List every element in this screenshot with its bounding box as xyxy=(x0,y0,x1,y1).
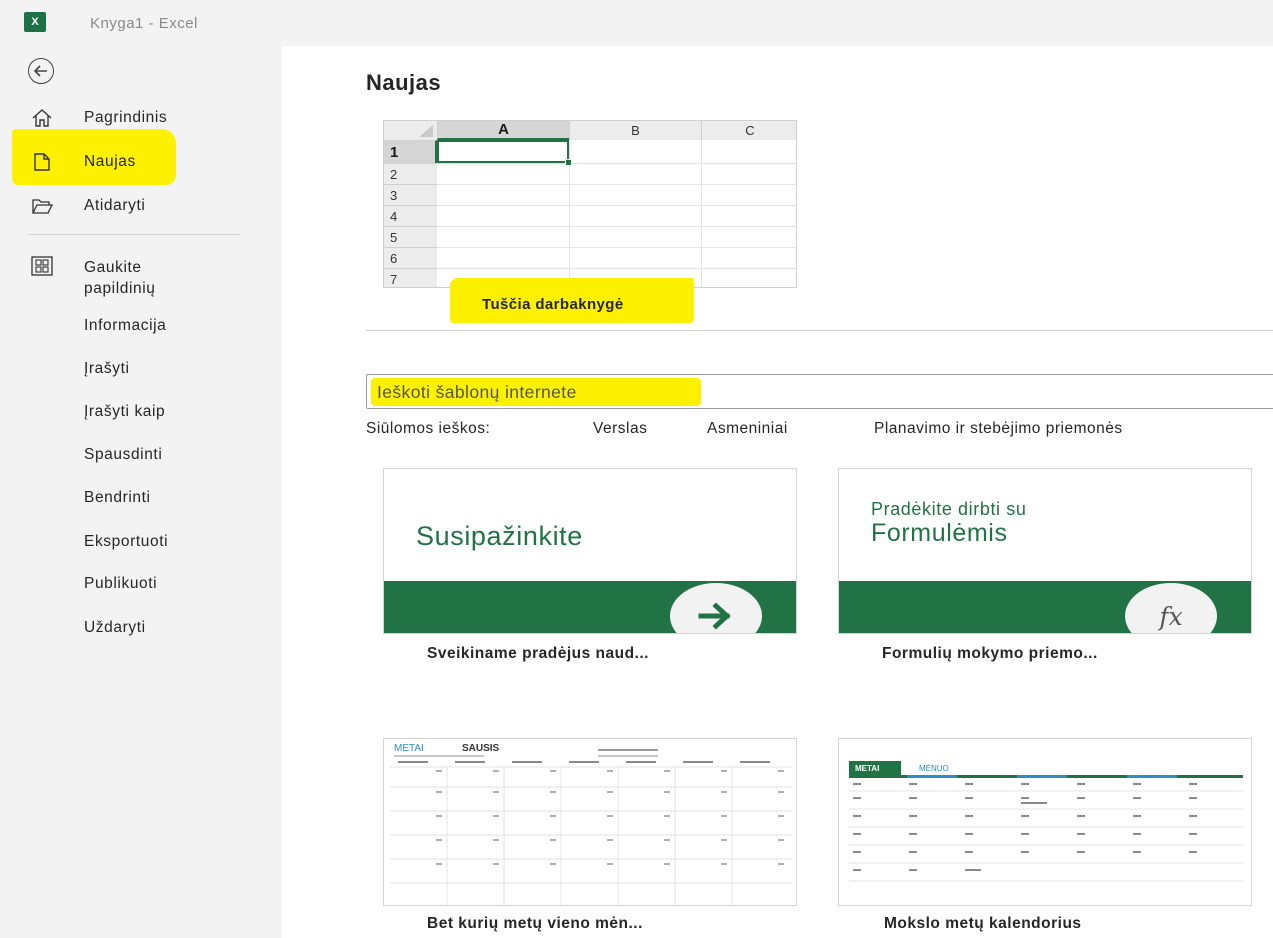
sidebar-divider xyxy=(28,234,240,235)
row-header: 7 xyxy=(384,268,437,287)
fill-handle xyxy=(565,159,572,166)
main-panel: Naujas A B C 1 2 3 4 5 6 7 Tuščia darbak… xyxy=(282,46,1273,938)
section-divider xyxy=(366,330,1273,331)
blank-workbook-label[interactable]: Tuščia darbaknygė xyxy=(482,296,624,313)
template-headline: Susipažinkite xyxy=(416,521,583,551)
template-card-school-calendar[interactable]: METAI MĖNUO xyxy=(838,738,1252,906)
arrow-right-icon xyxy=(698,603,731,629)
sidebar-item-label: Įrašyti kaip xyxy=(84,403,166,420)
calendar-year-label: METAI xyxy=(394,743,424,754)
suggested-search-planavimo[interactable]: Planavimo ir stebėjimo priemonės xyxy=(874,420,1123,438)
template-card-welcome[interactable]: Susipažinkite xyxy=(383,468,797,634)
sidebar-item-label: Pagrindinis xyxy=(84,109,168,126)
calendar-thumbnail: METAI MĖNUO xyxy=(849,761,1243,882)
calendar-month-label: MĖNUO xyxy=(919,764,949,773)
selected-cell xyxy=(437,140,569,163)
sidebar-item-label: Spausdinti xyxy=(84,446,163,463)
sidebar-item-bendrinti[interactable]: Bendrinti xyxy=(0,479,282,517)
template-search-input[interactable]: Ieškoti šablonų internete xyxy=(366,374,1273,409)
window-title: Knyga1 - Excel xyxy=(90,15,198,32)
calendar-thumbnail: METAI SAUSIS xyxy=(390,743,792,905)
row-header: 5 xyxy=(384,226,437,247)
row-header: 6 xyxy=(384,247,437,268)
back-button[interactable] xyxy=(28,58,54,84)
grid-line xyxy=(437,205,796,206)
template-label[interactable]: Sveikiname pradėjus naud... xyxy=(427,645,649,663)
grid-line xyxy=(437,247,796,248)
template-subheadline: Pradėkite dirbti su xyxy=(871,499,1027,519)
row-header: 1 xyxy=(384,140,437,163)
home-icon xyxy=(32,109,52,127)
folder-open-icon xyxy=(31,199,53,214)
function-fx-icon: fx xyxy=(1159,601,1183,631)
sidebar-item-label: Gaukite papildinių xyxy=(84,259,156,297)
column-header: C xyxy=(701,121,796,140)
select-all-corner xyxy=(384,121,437,140)
sidebar-item-gaukite-papildiniu[interactable]: Gaukite papildinių xyxy=(0,253,282,301)
sidebar-item-pagrindinis[interactable]: Pagrindinis xyxy=(0,99,282,137)
sidebar-item-uzdaryti[interactable]: Uždaryti xyxy=(0,609,282,647)
column-header: B xyxy=(569,121,701,140)
blank-workbook-thumbnail[interactable]: A B C 1 2 3 4 5 6 7 xyxy=(383,120,797,288)
row-header: 4 xyxy=(384,205,437,226)
sidebar-item-label: Atidaryti xyxy=(84,197,146,214)
sidebar-item-label: Eksportuoti xyxy=(84,533,169,550)
suggested-search-verslas[interactable]: Verslas xyxy=(593,420,647,438)
sidebar-item-label: Naujas xyxy=(84,153,136,170)
search-placeholder: Ieškoti šablonų internete xyxy=(377,382,577,402)
sidebar-item-irasyti-kaip[interactable]: Įrašyti kaip xyxy=(0,393,282,431)
template-headline: Formulėmis xyxy=(871,519,1008,547)
calendar-year-label: METAI xyxy=(855,764,879,773)
sidebar-item-label: Publikuoti xyxy=(84,575,158,592)
row-header: 2 xyxy=(384,163,437,184)
grid-line xyxy=(437,163,796,164)
backstage-sidebar: Pagrindinis Naujas Atidaryti Gaukite pap xyxy=(0,46,282,938)
sidebar-item-informacija[interactable]: Informacija xyxy=(0,307,282,345)
column-header: A xyxy=(437,121,569,140)
sidebar-item-atidaryti[interactable]: Atidaryti xyxy=(0,187,282,225)
page-title: Naujas xyxy=(366,70,442,95)
suggested-searches-label: Siūlomos ieškos: xyxy=(366,420,491,437)
template-card-monthly-calendar[interactable]: METAI SAUSIS xyxy=(383,738,797,906)
sidebar-item-eksportuoti[interactable]: Eksportuoti xyxy=(0,523,282,561)
sidebar-item-label: Įrašyti xyxy=(84,360,130,377)
template-card-formulas[interactable]: Pradėkite dirbti su Formulėmis fx xyxy=(838,468,1252,634)
sidebar-item-spausdinti[interactable]: Spausdinti xyxy=(0,436,282,474)
grid-line xyxy=(701,140,702,287)
sidebar-item-publikuoti[interactable]: Publikuoti xyxy=(0,565,282,603)
title-bar: X Knyga1 - Excel xyxy=(0,0,1273,46)
suggested-search-asmeniniai[interactable]: Asmeniniai xyxy=(707,420,788,438)
calendar-month-label: SAUSIS xyxy=(462,743,500,754)
sidebar-item-irasyti[interactable]: Įrašyti xyxy=(0,350,282,388)
template-label[interactable]: Formulių mokymo priemo... xyxy=(882,645,1098,663)
new-document-icon xyxy=(34,153,50,171)
sidebar-item-label: Bendrinti xyxy=(84,489,151,506)
add-ins-icon xyxy=(31,256,53,276)
grid-line xyxy=(437,268,796,269)
grid-line xyxy=(437,226,796,227)
back-arrow-icon xyxy=(33,65,47,77)
excel-logo-icon: X xyxy=(24,12,50,32)
sidebar-item-label: Uždaryti xyxy=(84,619,146,636)
grid-line xyxy=(437,184,796,185)
sidebar-item-label: Informacija xyxy=(84,317,167,334)
row-header: 3 xyxy=(384,184,437,205)
sidebar-item-naujas[interactable]: Naujas xyxy=(0,143,282,181)
template-label[interactable]: Bet kurių metų vieno mėn... xyxy=(427,915,643,933)
template-label[interactable]: Mokslo metų kalendorius xyxy=(884,915,1082,933)
